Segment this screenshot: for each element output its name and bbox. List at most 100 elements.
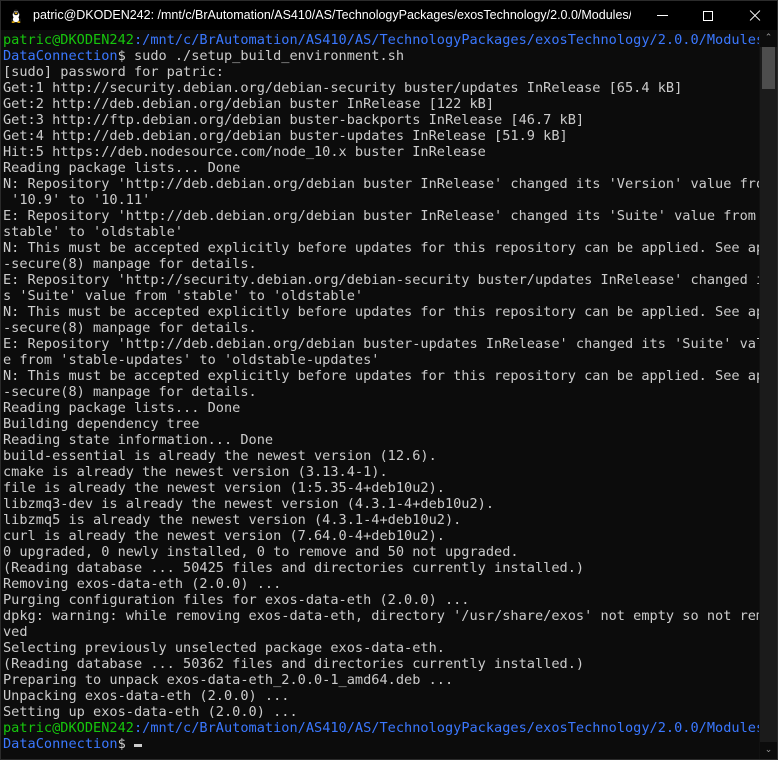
terminal-line: E: Repository 'http://deb.debian.org/deb… [3, 208, 759, 224]
terminal-line: Reading package lists... Done [3, 160, 759, 176]
terminal-window: patric@DKODEN242: /mnt/c/BrAutomation/AS… [0, 0, 778, 760]
terminal-line: stable' to 'oldstable' [3, 224, 759, 240]
terminal-line: 0 upgraded, 0 newly installed, 0 to remo… [3, 544, 759, 560]
terminal-line: file is already the newest version (1:5.… [3, 480, 759, 496]
final-prompt-line: patric@DKODEN242:/mnt/c/BrAutomation/AS4… [3, 720, 759, 736]
terminal-line-text: E: Repository 'http://deb.debian.org/deb… [3, 208, 759, 224]
terminal-line-text: Purging configuration files for exos-dat… [3, 592, 470, 608]
terminal-line: Get:2 http://deb.debian.org/debian buste… [3, 96, 759, 112]
terminal-line: (Reading database ... 50425 files and di… [3, 560, 759, 576]
terminal-line-text: Reading state information... Done [3, 432, 274, 448]
terminal-line: Preparing to unpack exos-data-eth_2.0.0-… [3, 672, 759, 688]
terminal-line-text: E: Repository 'http://security.debian.or… [3, 272, 759, 288]
terminal-line: curl is already the newest version (7.64… [3, 528, 759, 544]
terminal-line: E: Repository 'http://security.debian.or… [3, 272, 759, 288]
terminal-line: N: This must be accepted explicitly befo… [3, 240, 759, 256]
terminal-line: build-essential is already the newest ve… [3, 448, 759, 464]
terminal-line-text: Unpacking exos-data-eth (2.0.0) ... [3, 688, 290, 704]
terminal-line-text: 0 upgraded, 0 newly installed, 0 to remo… [3, 544, 519, 560]
prompt-line: patric@DKODEN242:/mnt/c/BrAutomation/AS4… [3, 32, 759, 48]
terminal-line-text: Setting up exos-data-eth (2.0.0) ... [3, 704, 298, 720]
terminal-line: libzmq3-dev is already the newest versio… [3, 496, 759, 512]
scrollbar[interactable]: ⌃ ⌄ [759, 30, 777, 759]
terminal-line-text: Removing exos-data-eth (2.0.0) ... [3, 576, 282, 592]
terminal-line: dpkg: warning: while removing exos-data-… [3, 608, 759, 624]
terminal-line-text: build-essential is already the newest ve… [3, 448, 437, 464]
terminal-line: Setting up exos-data-eth (2.0.0) ... [3, 704, 759, 720]
terminal-line-text: Get:4 http://deb.debian.org/debian buste… [3, 128, 568, 144]
terminal-line: Get:1 http://security.debian.org/debian-… [3, 80, 759, 96]
terminal-line-text: curl is already the newest version (7.64… [3, 528, 445, 544]
terminal-line: ved [3, 624, 759, 640]
terminal-line: Building dependency tree [3, 416, 759, 432]
terminal-line-text: cmake is already the newest version (3.1… [3, 464, 388, 480]
terminal-line: cmake is already the newest version (3.1… [3, 464, 759, 480]
terminal-line: '10.9' to '10.11' [3, 192, 759, 208]
terminal-line-text: file is already the newest version (1:5.… [3, 480, 445, 496]
titlebar[interactable]: patric@DKODEN242: /mnt/c/BrAutomation/AS… [1, 1, 777, 30]
terminal-line: Get:4 http://deb.debian.org/debian buste… [3, 128, 759, 144]
terminal-line-text: Reading package lists... Done [3, 160, 241, 176]
terminal-line-text: N: This must be accepted explicitly befo… [3, 304, 759, 320]
scrollbar-down-arrow-icon[interactable]: ⌄ [760, 742, 777, 759]
terminal-line-text: -secure(8) manpage for details. [3, 320, 257, 336]
terminal-line-text: libzmq3-dev is already the newest versio… [3, 496, 495, 512]
scrollbar-thumb[interactable] [762, 47, 775, 89]
terminal-line: -secure(8) manpage for details. [3, 384, 759, 400]
terminal-line-text: N: Repository 'http://deb.debian.org/deb… [3, 176, 759, 192]
terminal-line: N: This must be accepted explicitly befo… [3, 304, 759, 320]
terminal-line: [sudo] password for patric: [3, 64, 759, 80]
prompt-path: :/mnt/c/BrAutomation/AS410/AS/Technology… [133, 720, 759, 736]
terminal-line: Get:3 http://ftp.debian.org/debian buste… [3, 112, 759, 128]
terminal-line-text: Get:3 http://ftp.debian.org/debian buste… [3, 112, 585, 128]
prompt-line-continuation: DataConnection$ sudo ./setup_build_envir… [3, 48, 759, 64]
terminal-line-text: [sudo] password for patric: [3, 64, 224, 80]
terminal-line: libzmq5 is already the newest version (4… [3, 512, 759, 528]
text-cursor [133, 744, 142, 747]
terminal-line-text: ved [3, 624, 28, 640]
terminal-line-text: Building dependency tree [3, 416, 200, 432]
terminal-line-text: s 'Suite' value from 'stable' to 'oldsta… [3, 288, 364, 304]
terminal-line: -secure(8) manpage for details. [3, 256, 759, 272]
terminal-output[interactable]: patric@DKODEN242:/mnt/c/BrAutomation/AS4… [1, 30, 759, 759]
terminal-line-text: '10.9' to '10.11' [3, 192, 151, 208]
terminal-line-text: Hit:5 https://deb.nodesource.com/node_10… [3, 144, 486, 160]
terminal-body: patric@DKODEN242:/mnt/c/BrAutomation/AS4… [1, 30, 777, 759]
terminal-line-text: N: This must be accepted explicitly befo… [3, 240, 759, 256]
terminal-line-text: -secure(8) manpage for details. [3, 256, 257, 272]
maximize-icon [703, 10, 713, 21]
prompt-symbol: $ [117, 48, 126, 64]
scrollbar-up-arrow-icon[interactable]: ⌃ [760, 30, 777, 47]
terminal-line: N: This must be accepted explicitly befo… [3, 368, 759, 384]
terminal-line: e from 'stable-updates' to 'oldstable-up… [3, 352, 759, 368]
scrollbar-track[interactable] [760, 47, 777, 742]
terminal-line: Reading package lists... Done [3, 400, 759, 416]
window-title: patric@DKODEN242: /mnt/c/BrAutomation/AS… [33, 8, 631, 22]
terminal-line: Removing exos-data-eth (2.0.0) ... [3, 576, 759, 592]
terminal-line: Reading state information... Done [3, 432, 759, 448]
terminal-line-text: Reading package lists... Done [3, 400, 241, 416]
terminal-line-text: Preparing to unpack exos-data-eth_2.0.0-… [3, 672, 454, 688]
terminal-line-text: E: Repository 'http://deb.debian.org/deb… [3, 336, 759, 352]
terminal-line-text: Selecting previously unselected package … [3, 640, 445, 656]
prompt-path: :/mnt/c/BrAutomation/AS410/AS/Technology… [133, 32, 759, 48]
close-button[interactable] [731, 1, 777, 30]
prompt-path-continued: DataConnection [3, 48, 118, 64]
terminal-line-text: e from 'stable-updates' to 'oldstable-up… [3, 352, 380, 368]
terminal-line-text: (Reading database ... 50425 files and di… [3, 560, 585, 576]
maximize-button[interactable] [685, 1, 731, 30]
terminal-line: s 'Suite' value from 'stable' to 'oldsta… [3, 288, 759, 304]
terminal-line-text: libzmq5 is already the newest version (4… [3, 512, 462, 528]
terminal-line: Unpacking exos-data-eth (2.0.0) ... [3, 688, 759, 704]
terminal-line-text: -secure(8) manpage for details. [3, 384, 257, 400]
terminal-line: N: Repository 'http://deb.debian.org/deb… [3, 176, 759, 192]
terminal-line-text: stable' to 'oldstable' [3, 224, 184, 240]
prompt-user-host: patric@DKODEN242 [3, 720, 134, 736]
terminal-line-text: N: This must be accepted explicitly befo… [3, 368, 759, 384]
terminal-line: E: Repository 'http://deb.debian.org/deb… [3, 336, 759, 352]
terminal-line-text: Get:2 http://deb.debian.org/debian buste… [3, 96, 495, 112]
terminal-line: -secure(8) manpage for details. [3, 320, 759, 336]
minimize-button[interactable] [639, 1, 685, 30]
terminal-line: Purging configuration files for exos-dat… [3, 592, 759, 608]
terminal-line-text: Get:1 http://security.debian.org/debian-… [3, 80, 683, 96]
